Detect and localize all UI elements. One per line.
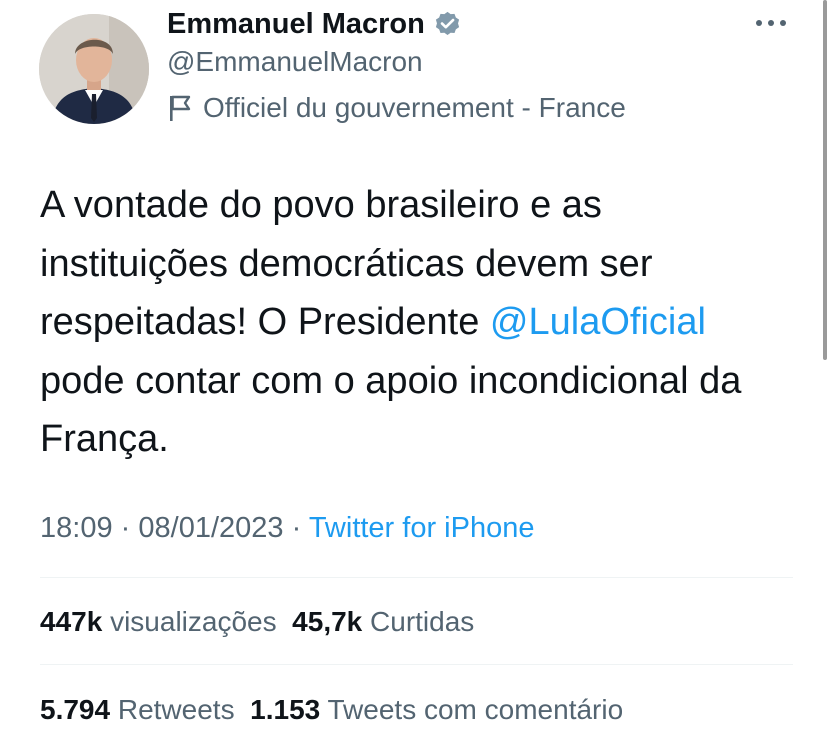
stats-row-2: 5.794 Retweets 1.153 Tweets com comentár… — [40, 694, 623, 726]
retweets-stat[interactable]: 5.794 Retweets — [40, 694, 235, 725]
quote-tweets-label: Tweets com comentário — [327, 694, 624, 725]
mention-link[interactable]: @LulaOficial — [490, 301, 706, 343]
views-label: visualizações — [110, 606, 277, 637]
government-label: Officiel du gouvernement - France — [167, 92, 626, 124]
more-options-icon[interactable] — [754, 16, 788, 30]
author-handle[interactable]: @EmmanuelMacron — [167, 46, 423, 78]
likes-count: 45,7k — [292, 606, 363, 637]
scrollbar[interactable] — [822, 0, 828, 380]
government-label-text: Officiel du gouvernement - France — [203, 92, 626, 123]
views-count: 447k — [40, 606, 103, 637]
tweet-text: A vontade do povo brasileiro e as instit… — [40, 176, 800, 469]
profile-photo-icon — [39, 14, 149, 124]
stats-row-1: 447k visualizações 45,7k Curtidas — [40, 606, 474, 638]
author-name[interactable]: Emmanuel Macron — [167, 8, 425, 41]
likes-stat[interactable]: 45,7k Curtidas — [292, 606, 474, 637]
tweet-text-part-2: pode contar com o apoio incondicional da… — [40, 359, 742, 461]
meta-separator: · — [120, 512, 131, 544]
verified-badge-icon — [433, 10, 462, 39]
quote-tweets-count: 1.153 — [250, 694, 321, 725]
meta-separator: · — [291, 512, 302, 544]
tweet-source-link[interactable]: Twitter for iPhone — [309, 512, 535, 544]
scrollbar-thumb[interactable] — [823, 0, 827, 360]
tweet-date[interactable]: 08/01/2023 — [138, 512, 283, 544]
retweets-label: Retweets — [117, 694, 235, 725]
views-stat[interactable]: 447k visualizações — [40, 606, 277, 637]
flag-icon — [167, 93, 193, 123]
quote-tweets-stat[interactable]: 1.153 Tweets com comentário — [250, 694, 623, 725]
retweets-count: 5.794 — [40, 694, 111, 725]
divider — [40, 577, 793, 578]
divider — [40, 664, 793, 665]
avatar[interactable] — [39, 14, 149, 124]
author-name-row: Emmanuel Macron — [167, 6, 462, 42]
likes-label: Curtidas — [370, 606, 475, 637]
tweet-meta: 18:09 · 08/01/2023 · Twitter for iPhone — [40, 512, 534, 545]
tweet-time[interactable]: 18:09 — [40, 512, 113, 544]
